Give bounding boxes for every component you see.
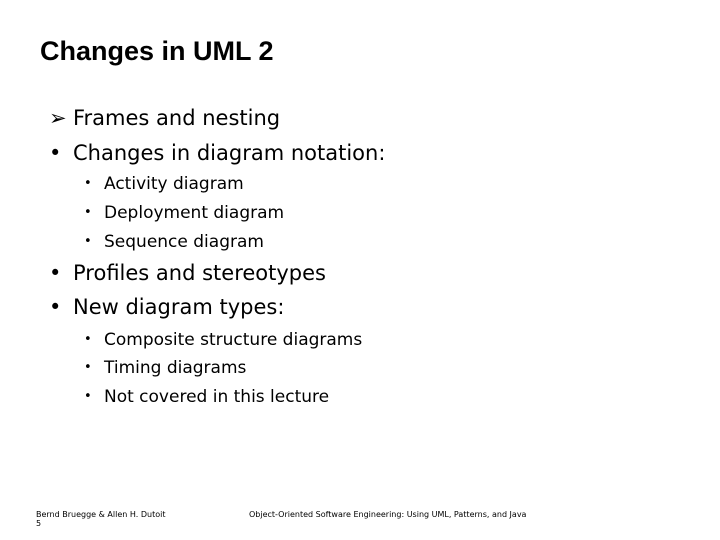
sub-bullet-item: • Timing diagrams [84, 358, 246, 378]
footer-authors: Bernd Bruegge & Allen H. Dutoit [36, 510, 166, 519]
bullet-text: Profiles and stereotypes [73, 261, 326, 285]
bullet-dot-icon: • [84, 389, 92, 404]
footer-page-number: 5 [36, 519, 42, 528]
bullet-text: New diagram types: [73, 295, 285, 319]
bullet-text: Frames and nesting [73, 106, 281, 130]
slide-title: Changes in UML 2 [40, 36, 274, 66]
bullet-dot-icon: • [84, 360, 92, 375]
sub-bullet-text: Activity diagram [104, 174, 244, 194]
sub-bullet-text: Sequence diagram [104, 232, 264, 252]
bullet-dot-icon: • [84, 205, 92, 220]
bullet-dot-icon: • [84, 332, 92, 347]
sub-bullet-text: Timing diagrams [104, 358, 247, 378]
sub-bullet-text: Not covered in this lecture [104, 387, 330, 407]
sub-bullet-text: Deployment diagram [104, 203, 285, 223]
sub-bullet-item: • Sequence diagram [84, 232, 264, 252]
sub-bullet-item: • Deployment diagram [84, 203, 284, 223]
bullet-dot-icon: • [49, 141, 62, 165]
bullet-dot-icon: • [84, 234, 92, 249]
sub-bullet-item: • Activity diagram [84, 174, 244, 194]
arrow-bullet-icon: ➢ [49, 106, 67, 130]
sub-bullet-item: • Not covered in this lecture [84, 387, 329, 407]
bullet-dot-icon: • [49, 295, 62, 319]
footer-book-title: Object-Oriented Software Engineering: Us… [249, 510, 527, 519]
bullet-dot-icon: • [84, 176, 92, 191]
bullet-item: ➢ Frames and nesting [49, 106, 280, 130]
sub-bullet-text: Composite structure diagrams [104, 330, 363, 350]
bullet-text: Changes in diagram notation: [73, 141, 386, 165]
bullet-dot-icon: • [49, 261, 62, 285]
bullet-item: • Changes in diagram notation: [49, 141, 385, 165]
bullet-item: • New diagram types: [49, 295, 284, 319]
sub-bullet-item: • Composite structure diagrams [84, 330, 362, 350]
bullet-item: • Profiles and stereotypes [49, 261, 326, 285]
